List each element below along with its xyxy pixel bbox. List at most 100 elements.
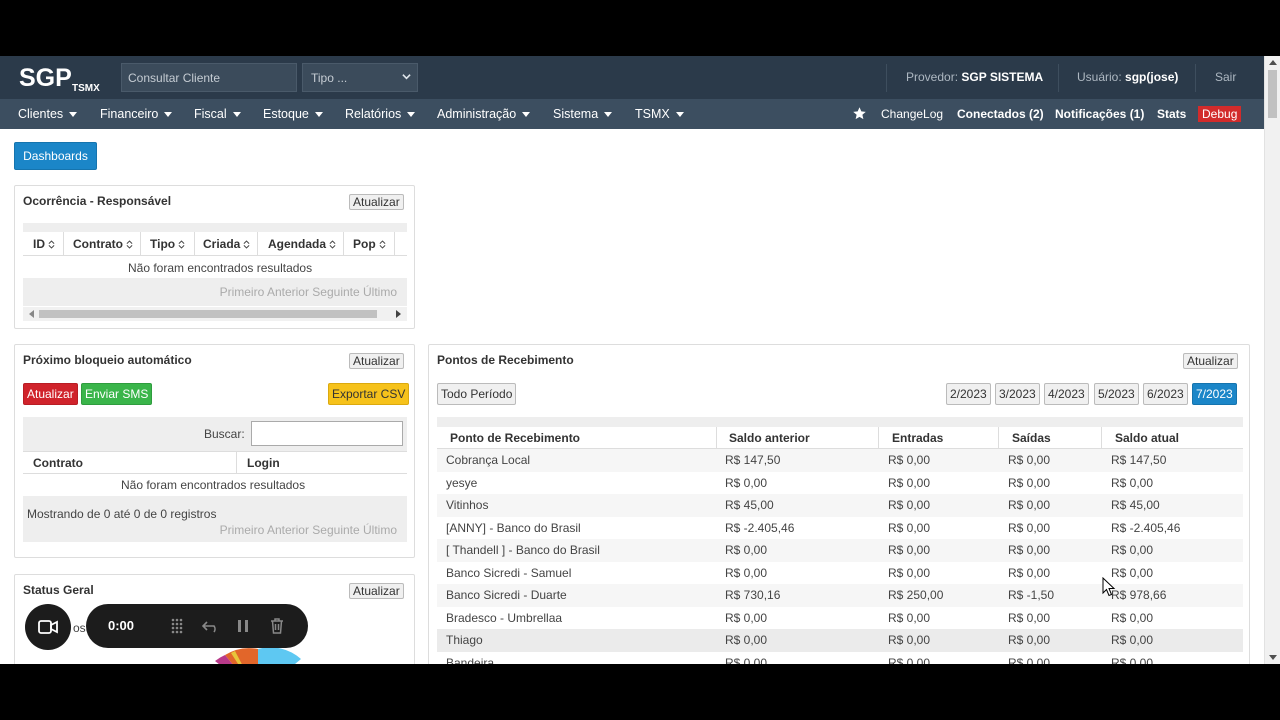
- consultar-cliente-input[interactable]: [121, 63, 297, 92]
- cell-saldo-anterior: R$ 0,00: [725, 543, 768, 557]
- table-row[interactable]: [ Thandell ] - Banco do Brasil R$ 0,00 R$ …: [437, 539, 1243, 562]
- period-button[interactable]: 4/2023: [1044, 383, 1089, 405]
- table-row[interactable]: Bradesco - Umbrellaa R$ 0,00 R$ 0,00 R$ 0,0…: [437, 607, 1243, 630]
- recorder-camera-button[interactable]: [25, 604, 71, 650]
- sgp-logo: SGP TSMX: [19, 64, 100, 93]
- atualizar-button[interactable]: Atualizar: [23, 383, 78, 405]
- changelog-link[interactable]: ChangeLog: [881, 107, 943, 121]
- table-row[interactable]: Cobrança Local R$ 147,50 R$ 0,00 R$ 0,00 R$ …: [437, 449, 1243, 472]
- period-button[interactable]: 2/2023: [946, 383, 991, 405]
- table-row[interactable]: Vitinhos R$ 45,00 R$ 0,00 R$ 0,00 R$ 45,00: [437, 494, 1243, 517]
- stats-link[interactable]: Stats: [1157, 107, 1186, 121]
- page-scrollbar[interactable]: [1264, 56, 1280, 664]
- cell-saldo-atual: R$ 45,00: [1111, 498, 1160, 512]
- column-header[interactable]: Tipo: [150, 237, 185, 251]
- period-button[interactable]: 6/2023: [1143, 383, 1188, 405]
- nav-financeiro[interactable]: Financeiro: [100, 107, 173, 121]
- period-button[interactable]: 5/2023: [1094, 383, 1139, 405]
- sort-icon: [126, 240, 133, 249]
- scroll-up-icon[interactable]: [1269, 60, 1277, 65]
- table-row[interactable]: yesye R$ 0,00 R$ 0,00 R$ 0,00 R$ 0,00: [437, 472, 1243, 495]
- scroll-right-icon[interactable]: [396, 310, 401, 318]
- buscar-input[interactable]: [251, 421, 403, 446]
- horizontal-scrollbar[interactable]: [23, 307, 407, 321]
- notificacoes-link[interactable]: Notificações (1): [1055, 107, 1144, 121]
- scroll-thumb[interactable]: [1268, 70, 1277, 118]
- nav-clientes[interactable]: Clientes: [18, 107, 78, 121]
- column-header[interactable]: Saldo anterior: [729, 431, 810, 445]
- table-row[interactable]: Banco Sicredi - Duarte R$ 730,16 R$ 250,00…: [437, 584, 1243, 607]
- debug-button[interactable]: Debug: [1198, 106, 1242, 122]
- column-header[interactable]: Saídas: [1012, 431, 1051, 445]
- nav-administracao[interactable]: Administração: [437, 107, 531, 121]
- pontos-refresh-button[interactable]: Atualizar: [1183, 353, 1238, 369]
- bloqueio-refresh-button[interactable]: Atualizar: [349, 353, 404, 369]
- scroll-left-icon[interactable]: [29, 310, 34, 318]
- table-row[interactable]: Banco Sicredi - Samuel R$ 0,00 R$ 0,00 R$ 0…: [437, 562, 1243, 585]
- cell-entradas: R$ 0,00: [888, 655, 931, 665]
- table-row[interactable]: Bandeira R$ 0,00 R$ 0,00 R$ 0,00 R$ 0,00: [437, 652, 1243, 665]
- column-header[interactable]: Agendada: [268, 237, 336, 251]
- nav-fiscal[interactable]: Fiscal: [194, 107, 241, 121]
- table-header: ID Contrato Tipo Criada Agendada Pop: [23, 232, 407, 256]
- cell-saldo-anterior: R$ -2.405,46: [725, 520, 795, 535]
- mouse-cursor-icon: [1102, 577, 1116, 597]
- pagination-bar: Mostrando de 0 até 0 de 0 registros Prim…: [23, 496, 407, 542]
- pagination[interactable]: Primeiro Anterior Seguinte Último: [220, 523, 397, 537]
- divider: [194, 232, 195, 256]
- recorder-timer: 0:00: [108, 618, 135, 633]
- caret-down-icon: [522, 112, 531, 118]
- pause-icon[interactable]: [236, 618, 250, 634]
- undo-icon[interactable]: [202, 618, 220, 634]
- pagination[interactable]: Primeiro Anterior Seguinte Último: [220, 285, 397, 299]
- table-row[interactable]: [ANNY] - Banco do Brasil R$ -2.405,46 R$ 0…: [437, 517, 1243, 540]
- cell-saldo-atual: R$ 0,00: [1111, 633, 1154, 647]
- column-header[interactable]: Login: [247, 456, 280, 470]
- cell-ponto: Vitinhos: [446, 498, 489, 512]
- period-button-active[interactable]: 7/2023: [1192, 383, 1237, 405]
- star-icon[interactable]: [852, 106, 867, 121]
- cell-entradas: R$ 0,00: [888, 565, 931, 580]
- scroll-down-icon[interactable]: [1269, 655, 1277, 660]
- empty-message: Não foram encontrados resultados: [128, 261, 313, 275]
- recorder-toolbar: 0:00: [86, 604, 308, 648]
- trash-icon[interactable]: [269, 617, 285, 635]
- table-header: Contrato Login: [23, 451, 407, 474]
- cell-saldo-anterior: R$ 730,16: [725, 588, 781, 602]
- enviar-sms-button[interactable]: Enviar SMS: [81, 383, 153, 405]
- period-button[interactable]: 3/2023: [995, 383, 1040, 405]
- column-header[interactable]: Contrato: [33, 456, 83, 470]
- column-header[interactable]: Pop: [353, 237, 386, 251]
- column-header[interactable]: Criada: [203, 237, 250, 251]
- cell-saidas: R$ 0,00: [1008, 543, 1051, 557]
- status-refresh-button[interactable]: Atualizar: [349, 583, 404, 599]
- column-header[interactable]: Entradas: [892, 431, 943, 445]
- caret-down-icon: [675, 112, 684, 118]
- column-header[interactable]: Contrato: [73, 237, 133, 251]
- ocorrencia-refresh-button[interactable]: Atualizar: [349, 194, 404, 210]
- tipo-select[interactable]: Tipo ...: [302, 63, 418, 92]
- divider: [1058, 64, 1059, 92]
- column-header[interactable]: Ponto de Recebimento: [450, 431, 580, 445]
- cell-saidas: R$ 0,00: [1008, 610, 1051, 625]
- column-header[interactable]: Saldo atual: [1115, 431, 1179, 445]
- table-row[interactable]: Thiago R$ 0,00 R$ 0,00 R$ 0,00 R$ 0,00: [437, 629, 1243, 652]
- cell-ponto: Bradesco - Umbrellaa: [446, 610, 563, 625]
- dashboards-button[interactable]: Dashboards: [14, 142, 97, 170]
- cell-saidas: R$ 0,00: [1008, 565, 1051, 580]
- nav-tsmx[interactable]: TSMX: [635, 107, 684, 121]
- cell-entradas: R$ 0,00: [888, 543, 931, 557]
- column-header[interactable]: ID: [33, 237, 55, 251]
- todo-periodo-button[interactable]: Todo Período: [437, 383, 517, 405]
- logout-link[interactable]: Sair: [1215, 70, 1236, 84]
- nav-relatorios[interactable]: Relatórios: [345, 107, 416, 121]
- nav-estoque[interactable]: Estoque: [263, 107, 323, 121]
- scroll-thumb[interactable]: [39, 310, 377, 318]
- nav-sistema[interactable]: Sistema: [553, 107, 613, 121]
- cell-ponto: Banco Sicredi - Samuel: [446, 565, 572, 580]
- grip-icon[interactable]: [170, 618, 184, 634]
- cell-ponto: [ Thandell ] - Banco do Brasil: [446, 543, 600, 557]
- conectados-link[interactable]: Conectados (2): [957, 107, 1044, 121]
- cell-ponto: Cobrança Local: [446, 453, 531, 467]
- exportar-csv-button[interactable]: Exportar CSV: [328, 383, 410, 405]
